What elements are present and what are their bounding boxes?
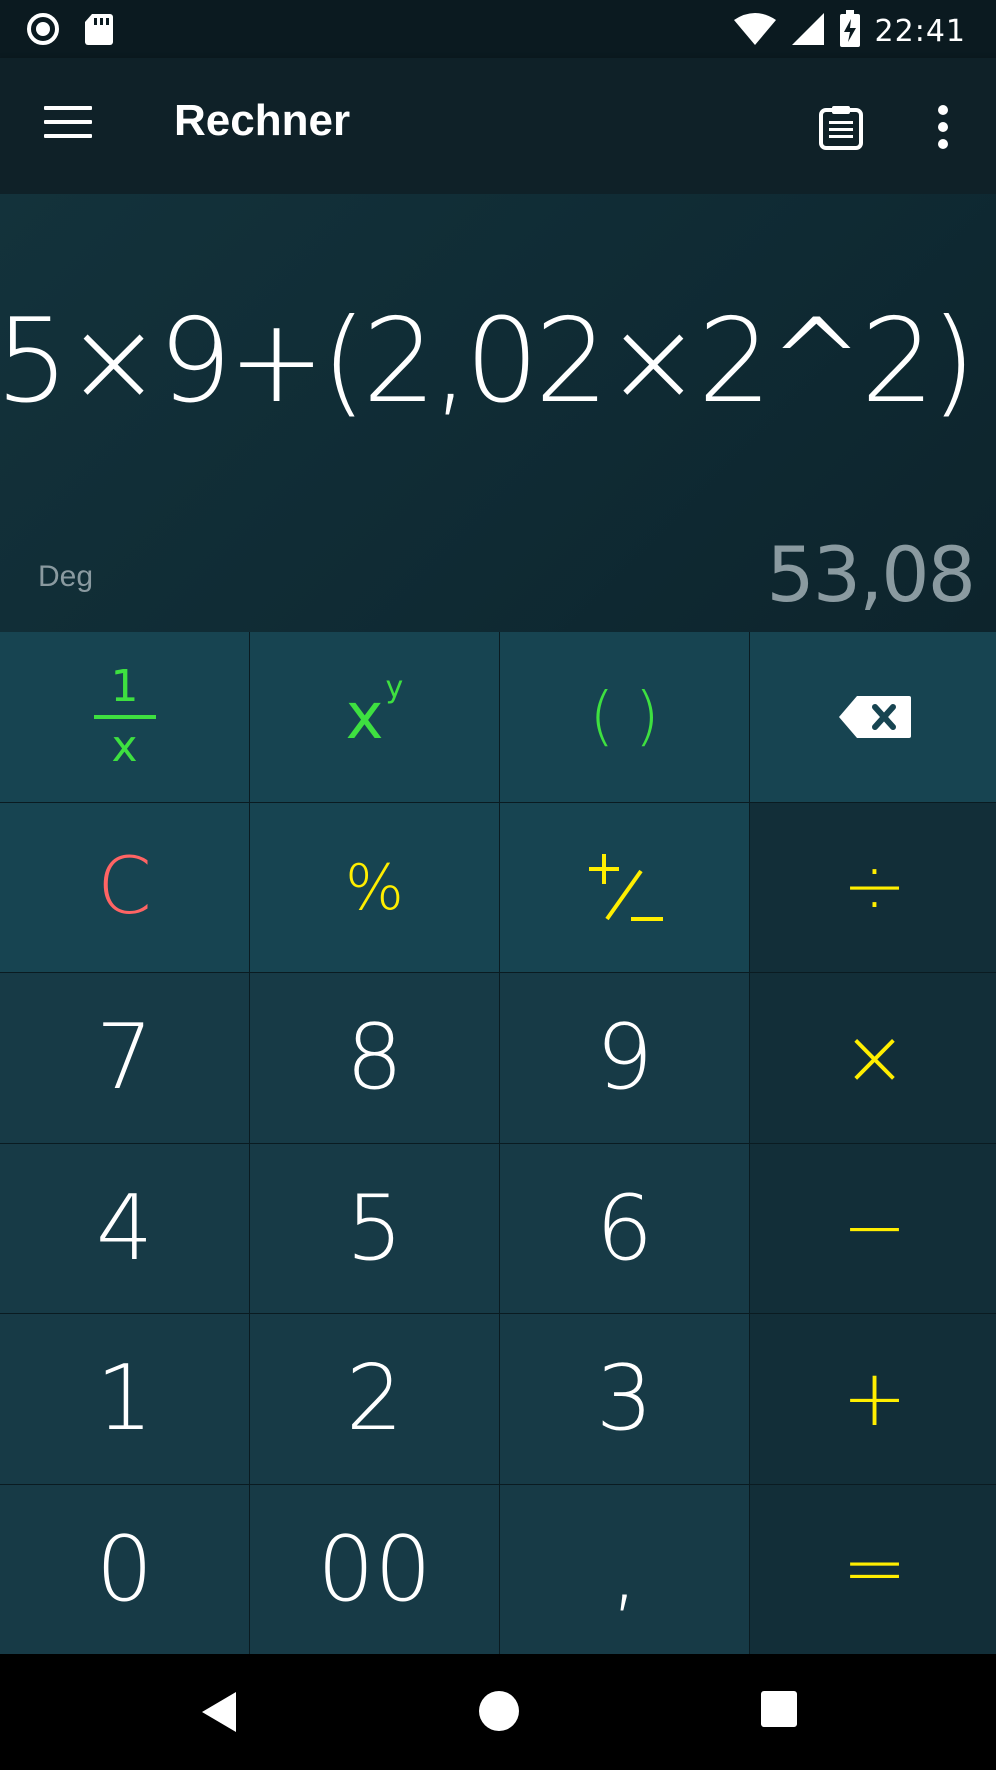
status-bar: 22:41: [0, 0, 996, 58]
result-text: 53,08: [766, 530, 976, 619]
angle-mode-label: Deg: [38, 560, 94, 593]
digit-1-label: 1: [95, 1346, 154, 1452]
keypad: 1 x xy ( ) C % ÷ 7 8 9 × 4 5 6 − 1 2 3 +…: [0, 632, 996, 1654]
back-icon[interactable]: [198, 1690, 238, 1738]
circle-indicator-icon: [26, 12, 60, 50]
menu-icon[interactable]: [44, 106, 92, 146]
clear-button[interactable]: C: [0, 802, 249, 972]
digit-6-label: 6: [595, 1175, 654, 1281]
percent-button[interactable]: %: [250, 802, 499, 972]
digit-9-button[interactable]: 9: [500, 973, 749, 1143]
plus-minus-icon: [588, 854, 663, 922]
parentheses-label: ( ): [589, 679, 660, 754]
divide-label: ÷: [841, 842, 908, 933]
parentheses-button[interactable]: ( ): [500, 632, 749, 802]
digit-5-label: 5: [345, 1175, 404, 1281]
digit-3-button[interactable]: 3: [500, 1314, 749, 1484]
subtract-label: −: [841, 1183, 908, 1274]
add-button[interactable]: +: [750, 1314, 996, 1484]
clipboard-icon[interactable]: [818, 104, 864, 150]
decimal-comma-button[interactable]: ,: [500, 1484, 749, 1654]
expression-text[interactable]: 5×9+(2,02×2^2): [0, 294, 976, 429]
clear-label: C: [97, 842, 152, 933]
digit-8-button[interactable]: 8: [250, 973, 499, 1143]
recent-apps-icon[interactable]: [760, 1690, 798, 1732]
equals-label: =: [841, 1524, 908, 1615]
reciprocal-numerator: 1: [110, 660, 139, 712]
add-label: +: [841, 1353, 908, 1444]
power-exponent: y: [385, 670, 404, 706]
digit-7-label: 7: [95, 1005, 154, 1111]
signal-icon: [791, 12, 825, 50]
reciprocal-denominator: x: [111, 720, 138, 772]
plus-minus-button[interactable]: [500, 802, 749, 972]
divide-button[interactable]: ÷: [750, 802, 996, 972]
sd-card-icon: [84, 12, 114, 50]
double-zero-button[interactable]: 00: [250, 1484, 499, 1654]
percent-label: %: [345, 850, 404, 924]
calculator-screen: 22:41 Rechner 5×9+(2,02×2^2) Deg 53,08 1…: [0, 0, 996, 1770]
backspace-icon: [838, 695, 911, 738]
status-time: 22:41: [874, 13, 966, 49]
wifi-icon: [733, 12, 777, 50]
more-vert-icon[interactable]: [928, 104, 958, 150]
digit-0-label: 0: [95, 1516, 154, 1622]
digit-0-button[interactable]: 0: [0, 1484, 249, 1654]
calculator-display: 5×9+(2,02×2^2) Deg 53,08: [0, 194, 996, 632]
app-bar: Rechner: [0, 58, 996, 194]
digit-5-button[interactable]: 5: [250, 1143, 499, 1313]
digit-4-button[interactable]: 4: [0, 1143, 249, 1313]
digit-9-label: 9: [595, 1005, 654, 1111]
app-title: Rechner: [174, 96, 351, 145]
power-button[interactable]: xy: [250, 632, 499, 802]
navigation-bar: [0, 1654, 996, 1770]
decimal-comma-label: ,: [610, 1516, 639, 1622]
digit-7-button[interactable]: 7: [0, 973, 249, 1143]
digit-3-label: 3: [595, 1346, 654, 1452]
digit-4-label: 4: [95, 1175, 154, 1281]
digit-6-button[interactable]: 6: [500, 1143, 749, 1313]
multiply-button[interactable]: ×: [750, 973, 996, 1143]
digit-2-label: 2: [345, 1346, 404, 1452]
battery-charging-icon: [839, 10, 861, 52]
subtract-button[interactable]: −: [750, 1143, 996, 1313]
power-base: x: [345, 679, 384, 754]
digit-8-label: 8: [345, 1005, 404, 1111]
multiply-label: ×: [841, 1012, 908, 1103]
digit-2-button[interactable]: 2: [250, 1314, 499, 1484]
home-icon[interactable]: [478, 1690, 520, 1736]
double-zero-label: 00: [317, 1516, 432, 1622]
reciprocal-button[interactable]: 1 x: [0, 632, 249, 802]
digit-1-button[interactable]: 1: [0, 1314, 249, 1484]
backspace-button[interactable]: [750, 632, 996, 802]
equals-button[interactable]: =: [750, 1484, 996, 1654]
